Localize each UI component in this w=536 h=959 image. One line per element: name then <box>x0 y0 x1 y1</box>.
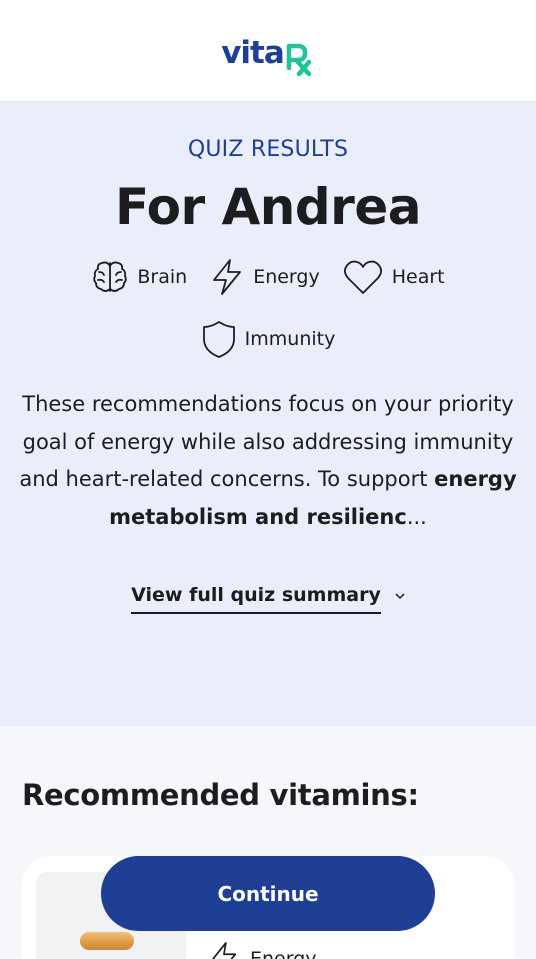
lightning-icon <box>211 942 237 959</box>
capsule-icon <box>80 932 134 950</box>
shield-icon <box>202 321 235 358</box>
summary-ellipsis: ... <box>406 504 427 529</box>
chevron-down-icon <box>395 589 405 603</box>
view-full-summary-link[interactable]: View full quiz summary <box>131 584 405 614</box>
app-header: vita <box>0 0 536 101</box>
goal-heart: Heart <box>342 256 445 298</box>
vitarx-logo[interactable]: vita <box>221 34 315 76</box>
heart-icon <box>343 260 382 294</box>
goal-list: Brain Energy Heart Immunity <box>68 256 468 360</box>
goal-label: Energy <box>253 266 320 288</box>
lightning-icon <box>213 259 242 295</box>
logo-wordmark: vita <box>221 34 285 71</box>
goal-label: Immunity <box>244 328 336 350</box>
brain-icon <box>93 261 128 292</box>
results-summary: These recommendations focus on your prio… <box>18 386 518 536</box>
vitamin-goal-label: Energy <box>250 948 317 959</box>
goal-energy: Energy <box>209 256 320 298</box>
goal-label: Brain <box>137 266 188 288</box>
goal-label: Heart <box>391 266 445 288</box>
recommendations-heading: Recommended vitamins: <box>22 778 419 812</box>
recommendations-section: Recommended vitamins: <box>0 726 536 812</box>
view-full-summary-label: View full quiz summary <box>131 584 381 614</box>
rx-logo-icon <box>286 43 312 76</box>
goal-brain: Brain <box>91 256 187 298</box>
goal-immunity: Immunity <box>201 318 336 360</box>
page-title: For Andrea <box>115 178 421 236</box>
quiz-results-eyebrow: QUIZ RESULTS <box>187 137 349 162</box>
vitamin-goal-tag: Energy <box>206 940 317 959</box>
quiz-results-hero: QUIZ RESULTS For Andrea Brain Energy Hea… <box>0 101 536 726</box>
continue-button[interactable]: Continue <box>101 856 435 931</box>
